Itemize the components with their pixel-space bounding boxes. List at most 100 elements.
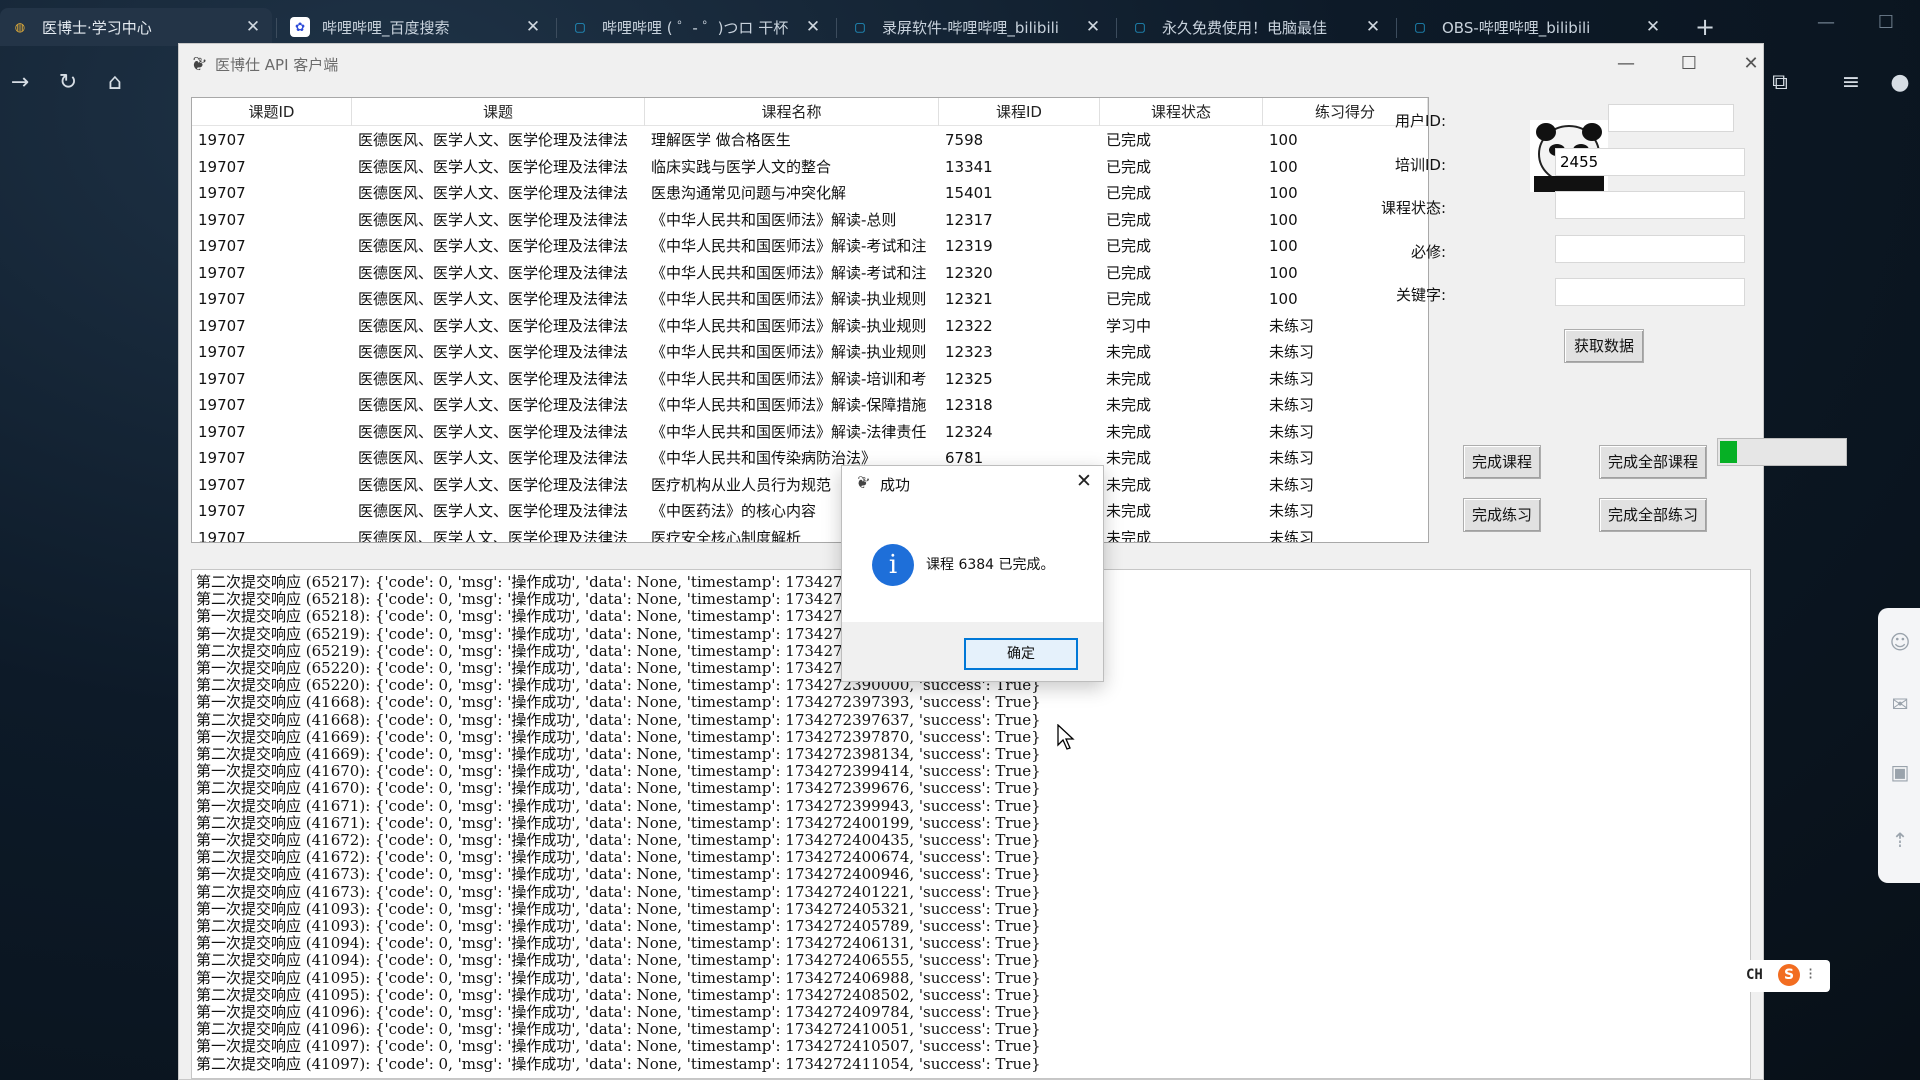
dialog-ok-button[interactable]: 确定 [964, 638, 1078, 670]
browser-tab[interactable]: ◍ 医博士·学习中心 ✕ [0, 8, 272, 46]
table-cell: 未练习 [1269, 369, 1315, 388]
table-cell: 19707 [198, 475, 246, 494]
app-icon[interactable]: ▣ [1886, 760, 1914, 786]
new-tab-button[interactable]: + [1690, 13, 1720, 43]
course-table[interactable]: 课题ID 课题 课程名称 课程ID 课程状态 练习得分 19707 医德医风、医学人文、医学… [191, 97, 1429, 543]
home-icon[interactable]: ⌂ [100, 68, 130, 98]
reload-icon[interactable]: ↻ [53, 68, 83, 98]
complete-all-courses-button[interactable]: 完成全部课程 [1599, 445, 1707, 479]
dialog-titlebar: ❦ 成功 ✕ [842, 466, 1103, 500]
tab-close-icon[interactable]: ✕ [1642, 17, 1664, 37]
sogou-ime-icon[interactable]: S [1778, 964, 1800, 986]
table-row[interactable]: 19707 医德医风、医学人文、医学伦理及法律法 《中华人民共和国医师法》解读-总则… [192, 207, 1428, 234]
training-id-input[interactable] [1555, 148, 1745, 176]
profile-icon[interactable]: ● [1885, 68, 1915, 98]
ime-menu-icon[interactable]: ⁝ [1808, 964, 1813, 983]
maximize-icon[interactable]: ☐ [1671, 50, 1707, 78]
table-row[interactable]: 19707 医德医风、医学人文、医学伦理及法律法 《中华人民共和国医师法》解读-保障… [192, 392, 1428, 419]
table-cell: 19707 [198, 210, 246, 229]
scroll-top-icon[interactable]: ⇡ [1886, 828, 1914, 854]
tab-close-icon[interactable]: ✕ [802, 17, 824, 37]
log-line: 第二次提交响应 (41673): {'code': 0, 'msg': '操作成… [196, 882, 1041, 901]
table-cell: 医德医风、医学人文、医学伦理及法律法 [358, 343, 629, 361]
table-row[interactable]: 19707 医德医风、医学人文、医学伦理及法律法 《中华人民共和国传染病防治法》 67… [192, 445, 1428, 472]
bilibili-tv-icon: ▢ [1414, 20, 1426, 34]
table-row[interactable]: 19707 医德医风、医学人文、医学伦理及法律法 《中医药法》的核心内容 未完成 未练习 [192, 498, 1428, 525]
table-cell: 医患沟通常见问题与冲突化解 [651, 184, 847, 202]
complete-course-button[interactable]: 完成课程 [1463, 445, 1541, 479]
chat-icon[interactable]: ☺ [1886, 630, 1914, 656]
table-cell: 医德医风、医学人文、医学伦理及法律法 [358, 449, 629, 467]
table-cell: 12318 [945, 396, 993, 414]
tab-title: OBS-哔哩哔哩_bilibili [1442, 18, 1591, 37]
table-row[interactable]: 19707 医德医风、医学人文、医学伦理及法律法 《中华人民共和国医师法》解读-执业… [192, 313, 1428, 340]
table-cell: 未练习 [1269, 343, 1315, 361]
tab-close-icon[interactable]: ✕ [242, 17, 264, 37]
floating-side-panel: ☺ ✉ ▣ ⇡ [1878, 608, 1920, 883]
column-header[interactable]: 课题 [352, 98, 645, 126]
browser-minimize-icon[interactable]: — [1806, 12, 1846, 42]
tab-separator [1396, 18, 1397, 38]
forward-icon[interactable]: → [5, 68, 35, 98]
table-cell: 19707 [198, 528, 246, 543]
table-cell: 未完成 [1106, 502, 1152, 520]
required-input[interactable] [1555, 235, 1745, 263]
ime-tray[interactable]: CH S ⁝ [1734, 960, 1830, 992]
minimize-icon[interactable]: — [1608, 50, 1644, 78]
table-row[interactable]: 19707 医德医风、医学人文、医学伦理及法律法 《中华人民共和国医师法》解读-法律… [192, 419, 1428, 446]
column-header[interactable]: 课程名称 [645, 98, 939, 126]
table-row[interactable]: 19707 医德医风、医学人文、医学伦理及法律法 《中华人民共和国医师法》解读-执业… [192, 339, 1428, 366]
table-row[interactable]: 19707 医德医风、医学人文、医学伦理及法律法 《中华人民共和国医师法》解读-考试… [192, 260, 1428, 287]
column-header[interactable]: 课程状态 [1100, 98, 1263, 126]
table-row[interactable]: 19707 医德医风、医学人文、医学伦理及法律法 《中华人民共和国医师法》解读-考试… [192, 233, 1428, 260]
table-cell: 19707 [198, 290, 246, 308]
dialog-close-icon[interactable]: ✕ [1070, 470, 1098, 496]
table-cell: 未练习 [1269, 422, 1315, 441]
complete-all-exercises-button[interactable]: 完成全部练习 [1599, 498, 1707, 532]
browser-tab[interactable]: ▢ OBS-哔哩哔哩_bilibili ✕ [1400, 8, 1672, 46]
table-cell: 12323 [945, 343, 993, 361]
close-icon[interactable]: ✕ [1733, 50, 1769, 78]
tab-close-icon[interactable]: ✕ [1082, 17, 1104, 37]
reading-list-icon[interactable]: ≡ [1836, 68, 1866, 98]
table-row[interactable]: 19707 医德医风、医学人文、医学伦理及法律法 医疗机构从业人员行为规范 未完成 未练… [192, 472, 1428, 499]
tab-close-icon[interactable]: ✕ [1362, 17, 1384, 37]
table-cell: 《中华人民共和国医师法》解读-保障措施 [651, 396, 927, 414]
browser-maximize-icon[interactable]: ☐ [1866, 12, 1906, 42]
table-cell: 医德医风、医学人文、医学伦理及法律法 [358, 528, 629, 543]
ime-language[interactable]: CH [1746, 967, 1763, 983]
message-icon[interactable]: ✉ [1886, 692, 1914, 718]
table-cell: 《中华人民共和国医师法》解读-培训和考 [651, 369, 927, 388]
keyword-input[interactable] [1555, 278, 1745, 306]
browser-tab[interactable]: ▢ 哔哩哔哩 ( ゜- ゜)つロ 干杯 ✕ [560, 8, 832, 46]
table-cell: 19707 [198, 502, 246, 520]
table-cell: 未练习 [1269, 528, 1315, 543]
fetch-data-button[interactable]: 获取数据 [1564, 329, 1644, 363]
course-status-input[interactable] [1555, 191, 1745, 219]
table-row[interactable]: 19707 医德医风、医学人文、医学伦理及法律法 医疗安全核心制度解析 未完成 未练习 [192, 525, 1428, 543]
table-cell: 12321 [945, 290, 993, 308]
table-cell: 未练习 [1269, 502, 1315, 520]
table-cell: 临床实践与医学人文的整合 [651, 157, 832, 176]
complete-exercise-button[interactable]: 完成练习 [1463, 498, 1541, 532]
browser-tab[interactable]: ✿ 哔哩哔哩_百度搜索 ✕ [280, 8, 552, 46]
table-row[interactable]: 19707 医德医风、医学人文、医学伦理及法律法 《中华人民共和国医师法》解读-执业… [192, 286, 1428, 313]
tab-close-icon[interactable]: ✕ [522, 17, 544, 37]
table-cell: 未完成 [1106, 343, 1152, 361]
user-id-input[interactable] [1608, 104, 1734, 132]
success-dialog: ❦ 成功 ✕ i 课程 6384 已完成。 确定 [841, 465, 1104, 682]
log-line: 第一次提交响应 (41668): {'code': 0, 'msg': '操作成… [196, 693, 1041, 712]
table-cell: 医德医风、医学人文、医学伦理及法律法 [358, 131, 629, 149]
table-row[interactable]: 19707 医德医风、医学人文、医学伦理及法律法 《中华人民共和国医师法》解读-培训… [192, 366, 1428, 393]
table-row[interactable]: 19707 医德医风、医学人文、医学伦理及法律法 医患沟通常见问题与冲突化解 1540… [192, 180, 1428, 207]
browser-tab[interactable]: ▢ 录屏软件-哔哩哔哩_bilibili ✕ [840, 8, 1112, 46]
table-row[interactable]: 19707 医德医风、医学人文、医学伦理及法律法 临床实践与医学人文的整合 13341… [192, 154, 1428, 181]
table-row[interactable]: 19707 医德医风、医学人文、医学伦理及法律法 理解医学 做合格医生 7598 已完成… [192, 127, 1428, 154]
browser-tab[interactable]: ▢ 永久免费使用！电脑最佳 ✕ [1120, 8, 1392, 46]
extensions-icon[interactable]: ⧉ [1765, 68, 1795, 98]
table-cell: 19707 [198, 316, 246, 335]
table-cell: 医德医风、医学人文、医学伦理及法律法 [358, 475, 629, 494]
table-cell: 医德医风、医学人文、医学伦理及法律法 [358, 157, 629, 176]
column-header[interactable]: 课题ID [192, 98, 352, 126]
column-header[interactable]: 课程ID [939, 98, 1100, 126]
